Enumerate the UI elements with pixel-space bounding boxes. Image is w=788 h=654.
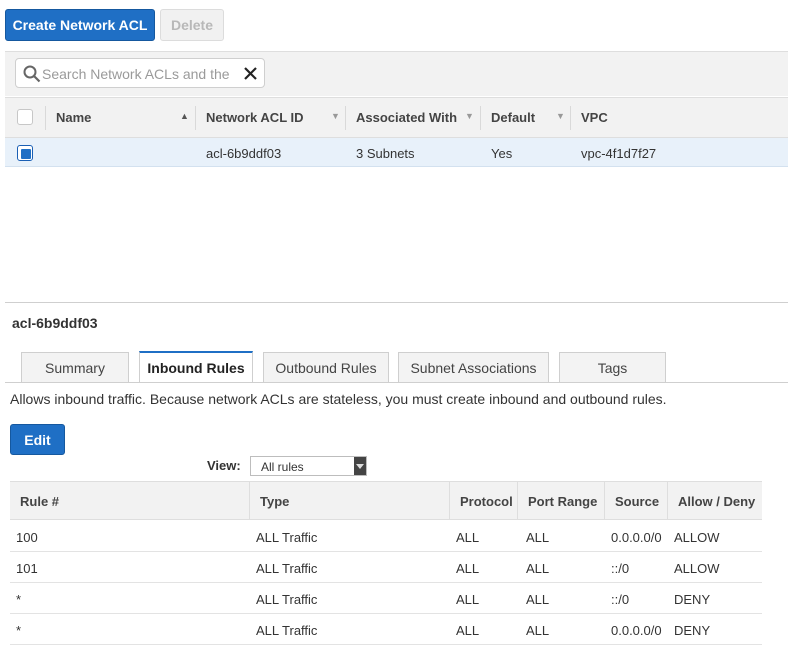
- rule-port-range: ALL: [526, 530, 550, 545]
- edit-button[interactable]: Edit: [10, 424, 65, 455]
- column-vpc[interactable]: VPC: [581, 110, 608, 125]
- column-network-acl-id[interactable]: Network ACL ID: [206, 110, 304, 125]
- rule-number: 100: [16, 530, 38, 545]
- column-name[interactable]: Name: [56, 110, 91, 125]
- sort-caret-icon[interactable]: ▼: [465, 111, 474, 121]
- tab-underline: [5, 382, 788, 383]
- rule-protocol: ALL: [456, 530, 480, 545]
- rules-col-source: Source: [605, 482, 668, 520]
- view-select-value: All rules: [261, 460, 304, 474]
- table-row[interactable]: acl-6b9ddf03 3 Subnets Yes vpc-4f1d7f27: [5, 138, 788, 167]
- row-associated: 3 Subnets: [356, 146, 415, 161]
- sort-caret-icon[interactable]: ▼: [331, 111, 340, 121]
- row-acl-id: acl-6b9ddf03: [206, 146, 282, 161]
- rule-port-range: ALL: [526, 592, 550, 607]
- rule-protocol: ALL: [456, 623, 480, 638]
- search-input[interactable]: Search Network ACLs and the: [15, 58, 265, 88]
- pane-resize-divider[interactable]: [5, 302, 788, 303]
- table-row: 101 ALL Traffic ALL ALL ::/0 ALLOW: [10, 552, 762, 583]
- row-checkbox[interactable]: [17, 145, 33, 161]
- detail-title: acl-6b9ddf03: [12, 315, 98, 331]
- rules-col-protocol: Protocol: [450, 482, 518, 520]
- rule-action-allow: ALLOW: [674, 530, 720, 545]
- rule-action-deny: DENY: [674, 623, 711, 638]
- rule-type: ALL Traffic: [256, 561, 318, 576]
- rules-col-rule: Rule #: [10, 482, 250, 520]
- tab-subnet-associations[interactable]: Subnet Associations: [398, 352, 549, 383]
- rule-port-range: ALL: [526, 561, 550, 576]
- rule-source: 0.0.0.0/0: [611, 623, 662, 638]
- rule-type: ALL Traffic: [256, 530, 318, 545]
- rules-col-type: Type: [250, 482, 450, 520]
- sort-asc-icon[interactable]: ▲: [180, 111, 189, 121]
- rule-source: ::/0: [611, 592, 630, 607]
- inbound-description: Allows inbound traffic. Because network …: [10, 391, 667, 407]
- rules-col-port-range: Port Range: [518, 482, 605, 520]
- delete-button[interactable]: Delete: [160, 9, 224, 41]
- table-row: * ALL Traffic ALL ALL ::/0 DENY: [10, 583, 762, 614]
- rules-table-header: Rule # Type Protocol Port Range Source A…: [10, 481, 762, 520]
- rule-source: ::/0: [611, 561, 630, 576]
- column-associated-with[interactable]: Associated With: [356, 110, 457, 125]
- row-default: Yes: [491, 146, 513, 161]
- rule-number: 101: [16, 561, 38, 576]
- rule-type: ALL Traffic: [256, 623, 318, 638]
- tab-summary[interactable]: Summary: [21, 352, 129, 383]
- row-vpc: vpc-4f1d7f27: [581, 146, 657, 161]
- tab-inbound-rules[interactable]: Inbound Rules: [139, 351, 253, 383]
- rules-col-allow-deny: Allow / Deny: [678, 493, 756, 509]
- rule-type: ALL Traffic: [256, 592, 318, 607]
- table-row: * ALL Traffic ALL ALL 0.0.0.0/0 DENY: [10, 614, 762, 645]
- search-icon: [23, 65, 41, 83]
- rule-number: *: [16, 623, 22, 638]
- view-label: View:: [207, 458, 241, 473]
- sort-caret-icon[interactable]: ▼: [556, 111, 565, 121]
- rule-number: *: [16, 592, 22, 607]
- grid-header: Name ▲ Network ACL ID ▼ Associated With …: [5, 97, 788, 138]
- select-all-checkbox[interactable]: [17, 109, 33, 125]
- tab-tags[interactable]: Tags: [559, 352, 666, 383]
- tab-outbound-rules[interactable]: Outbound Rules: [263, 352, 389, 383]
- column-default[interactable]: Default: [491, 110, 535, 125]
- table-row: 100 ALL Traffic ALL ALL 0.0.0.0/0 ALLOW: [10, 521, 762, 552]
- clear-search-icon[interactable]: [243, 66, 258, 81]
- create-network-acl-button[interactable]: Create Network ACL: [5, 9, 155, 41]
- rule-action-allow: ALLOW: [674, 561, 720, 576]
- rule-action-deny: DENY: [674, 592, 711, 607]
- search-placeholder: Search Network ACLs and the: [42, 66, 230, 82]
- rule-protocol: ALL: [456, 592, 480, 607]
- rule-source: 0.0.0.0/0: [611, 530, 662, 545]
- chevron-down-icon: [354, 457, 366, 475]
- rule-port-range: ALL: [526, 623, 550, 638]
- rule-protocol: ALL: [456, 561, 480, 576]
- view-select[interactable]: All rules: [250, 456, 367, 476]
